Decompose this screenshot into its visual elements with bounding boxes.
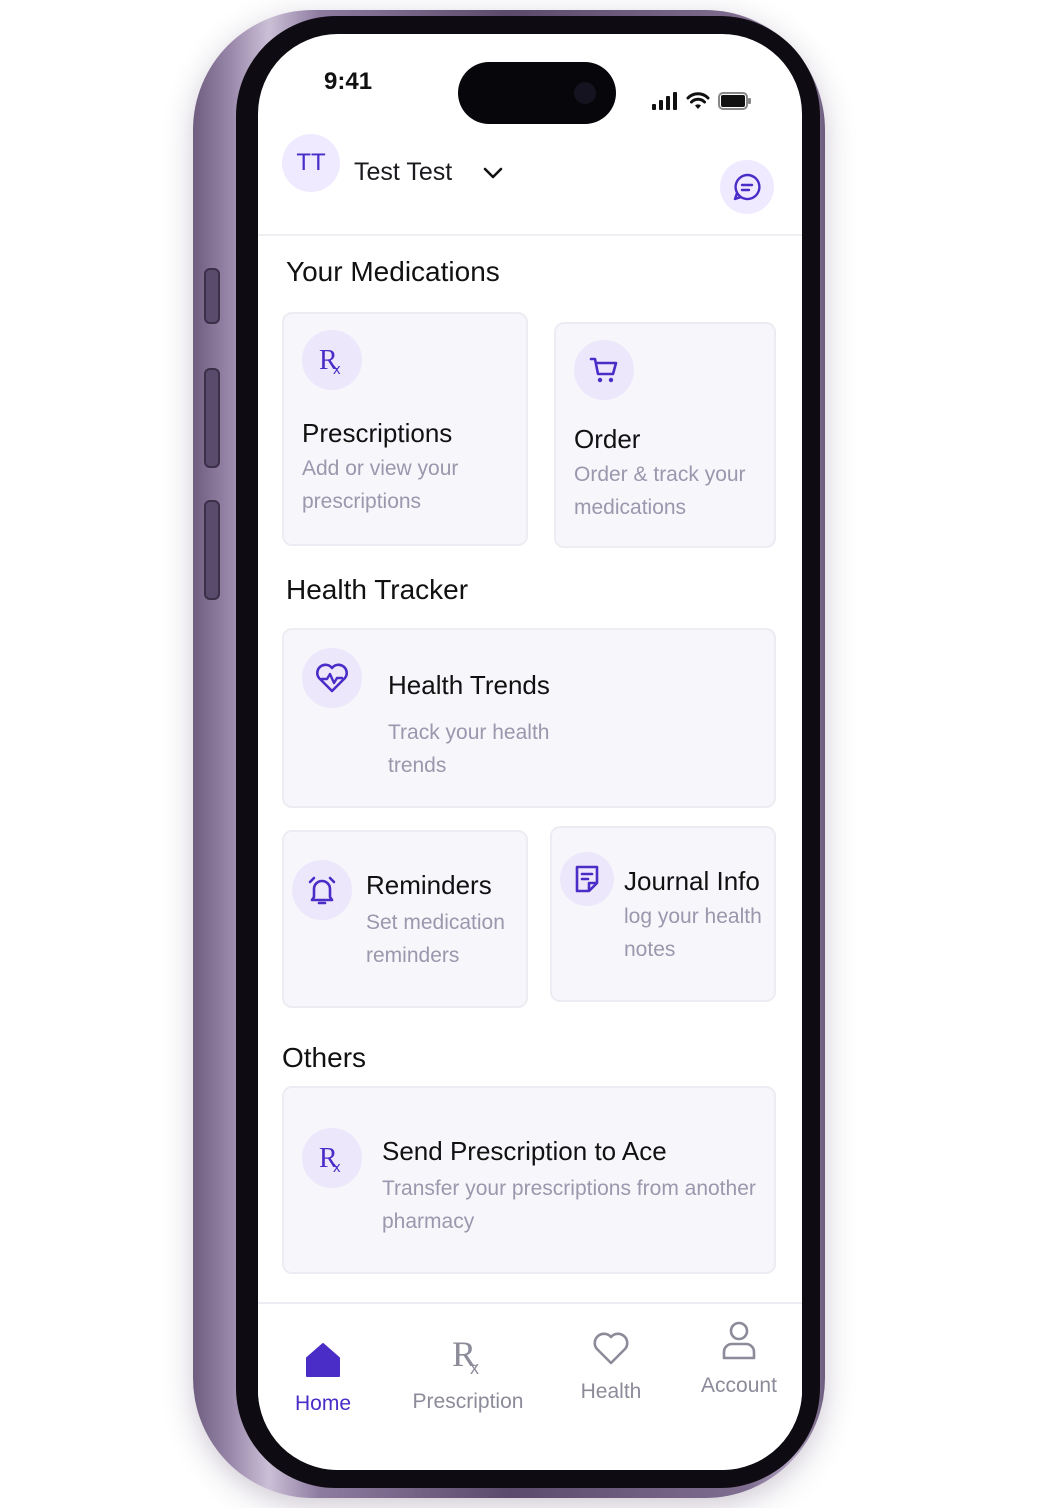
user-icon [722, 1321, 756, 1360]
svg-text:x: x [470, 1358, 479, 1378]
alarm-icon [292, 860, 352, 920]
action-button [204, 268, 220, 324]
card-title: Journal Info [624, 866, 760, 896]
cellular-signal-icon [652, 92, 677, 110]
section-title-medications: Your Medications [286, 256, 500, 287]
card-description: Set medication reminders [366, 911, 505, 967]
send-prescription-card[interactable]: Rx Send Prescription to Ace Transfer you… [282, 1086, 776, 1274]
nav-label: Account [701, 1374, 777, 1397]
rx-icon: R x [452, 1334, 479, 1378]
nav-label: Health [580, 1380, 642, 1403]
bottom-nav: Home R x Prescription Health Account [258, 1302, 802, 1470]
card-description: Add or view your prescriptions [302, 457, 459, 513]
nav-health[interactable]: Health [546, 1328, 676, 1404]
card-description: Order & track your medications [574, 463, 746, 519]
nav-label: Home [294, 1392, 352, 1415]
nav-account[interactable]: Account [674, 1318, 802, 1398]
journal-icon [560, 852, 614, 906]
wifi-icon [686, 92, 710, 109]
health-trends-card[interactable]: Health Trends Track your health trends [282, 628, 776, 808]
chevron-down-icon[interactable] [482, 166, 504, 180]
order-card[interactable]: Order Order & track your medications [554, 322, 776, 548]
nav-prescription[interactable]: R x Prescription [403, 1334, 533, 1414]
card-title: Send Prescription to Ace [382, 1136, 667, 1166]
chat-button[interactable] [720, 160, 774, 214]
reminders-card[interactable]: Reminders Set medication reminders [282, 830, 528, 1008]
card-description: Track your health trends [388, 721, 550, 777]
card-title: Prescriptions [302, 418, 453, 448]
status-time: 9:41 [324, 68, 373, 95]
card-title: Reminders [366, 870, 492, 900]
rx-icon: Rx [302, 1128, 362, 1188]
app-screen: 9:41 TT Test Test Your Medications R x P… [258, 34, 802, 1470]
heart-pulse-icon [302, 648, 362, 708]
section-title-health-tracker: Health Tracker [286, 574, 469, 605]
rx-icon: Rx [302, 330, 362, 390]
battery-icon [718, 92, 751, 110]
journal-card[interactable]: Journal Info log your health notes [550, 826, 776, 1002]
status-icons [652, 92, 752, 110]
chat-icon [733, 173, 761, 201]
card-title: Health Trends [388, 670, 550, 700]
volume-down-button [204, 500, 220, 600]
svg-text:x: x [333, 1159, 341, 1175]
nav-home[interactable]: Home [258, 1340, 388, 1416]
cart-icon [574, 340, 634, 400]
card-description: Transfer your prescriptions from another… [382, 1177, 756, 1233]
camera-icon [574, 82, 596, 104]
prescriptions-card[interactable]: Rx Prescriptions Add or view your prescr… [282, 312, 528, 546]
volume-up-button [204, 368, 220, 468]
dynamic-island [458, 62, 616, 124]
card-description: log your health notes [624, 905, 762, 961]
card-title: Order [574, 424, 641, 454]
heart-icon [593, 1332, 629, 1365]
user-name[interactable]: Test Test [354, 158, 452, 187]
svg-text:x: x [333, 361, 341, 377]
avatar[interactable]: TT [282, 134, 340, 192]
home-icon [306, 1343, 340, 1377]
nav-label: Prescription [412, 1390, 524, 1413]
section-title-others: Others [282, 1042, 367, 1073]
